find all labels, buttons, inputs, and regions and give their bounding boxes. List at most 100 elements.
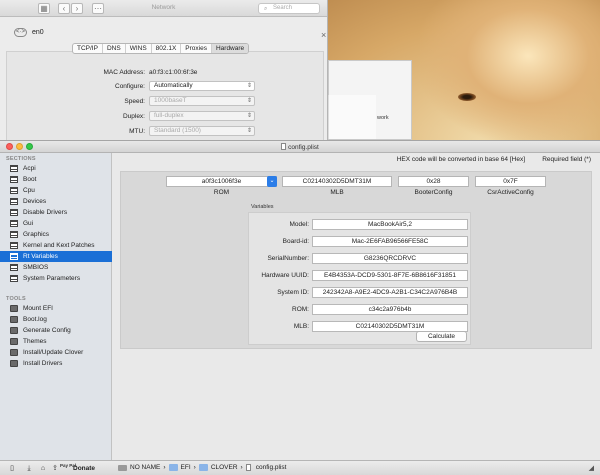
sidebar: SECTIONS Acpi Boot Cpu Devices Disable D… xyxy=(0,153,112,475)
network-titlebar: ▦ ‹ › ⋯ Network ⌕ Search xyxy=(0,0,327,17)
ethernet-icon: <·> xyxy=(14,28,27,37)
share-icon[interactable]: ⇪ xyxy=(50,464,60,473)
sidebar-item-kernel-kext-patches[interactable]: Kernel and Kext Patches xyxy=(0,240,112,251)
configure-row: Configure: Automatically ⇕ xyxy=(7,81,325,92)
variables-heading: Variables xyxy=(251,204,274,210)
wallpaper-lion-eye xyxy=(458,93,476,101)
log-icon xyxy=(10,316,18,323)
sidebar-item-devices[interactable]: Devices xyxy=(0,196,112,207)
configure-label: Configure: xyxy=(115,83,145,90)
sidebar-item-graphics[interactable]: Graphics xyxy=(0,229,112,240)
mlb-field[interactable]: C02140302D5DMT31M xyxy=(282,176,392,187)
board-id-row: Board-id: Mac-2E6FAB96566FE58C xyxy=(249,236,472,247)
list-icon xyxy=(10,220,18,227)
tools-icon xyxy=(10,360,18,367)
configure-select[interactable]: Automatically ⇕ xyxy=(149,81,255,91)
search-placeholder: Search xyxy=(273,5,293,11)
sidebar-item-acpi[interactable]: Acpi xyxy=(0,163,112,174)
home-icon[interactable]: ⌂ xyxy=(38,464,48,473)
path-item-config-plist[interactable]: config.plist xyxy=(256,464,287,471)
rom-field[interactable]: a0f3c1006f3e ⌄ xyxy=(166,176,277,187)
sections-heading: SECTIONS xyxy=(6,156,36,162)
close-icon[interactable]: × xyxy=(321,30,326,40)
search-icon: ⌕ xyxy=(264,6,268,12)
path-item-efi[interactable]: EFI xyxy=(181,464,191,471)
main-panel: HEX code will be converted in base 64 [H… xyxy=(113,153,600,462)
tool-mount-efi[interactable]: Mount EFI xyxy=(0,303,112,314)
tool-generate-config[interactable]: Generate Config xyxy=(0,325,112,336)
mlb-variable-label: MLB: xyxy=(293,323,309,330)
sidebar-item-disable-drivers[interactable]: Disable Drivers xyxy=(0,207,112,218)
duplex-label: Duplex: xyxy=(122,113,145,120)
booterconfig-field[interactable]: 0x28 xyxy=(398,176,469,187)
board-id-field[interactable]: Mac-2E6FAB96566FE58C xyxy=(312,236,468,247)
duplex-select: full-duplex ⇕ xyxy=(149,111,255,121)
mtu-value: Standard (1500) xyxy=(154,127,201,134)
sidebar-item-rt-variables[interactable]: Rt Variables xyxy=(0,251,112,262)
tab-proxies[interactable]: Proxies xyxy=(181,44,212,53)
mlb-label: MLB xyxy=(330,189,344,196)
path-item-clover[interactable]: CLOVER xyxy=(211,464,238,471)
tool-install-update-clover[interactable]: Install/Update Clover xyxy=(0,347,112,358)
tab-tcpip[interactable]: TCP/IP xyxy=(73,44,103,53)
rom-value: a0f3c1006f3e xyxy=(201,178,242,185)
interface-header: <·> en0 xyxy=(14,28,44,37)
tool-boot-log[interactable]: Boot.log xyxy=(0,314,112,325)
tab-hardware[interactable]: Hardware xyxy=(211,44,249,53)
system-id-row: System ID: 242342A8-A9E2-4DC9-A2B1-C34C2… xyxy=(249,287,472,298)
hardware-uuid-field[interactable]: E4B4353A-DCD9-5301-8F7E-6B8616F31851 xyxy=(312,270,468,281)
path-item-no-name[interactable]: NO NAME xyxy=(130,464,160,471)
tools-heading: TOOLS xyxy=(6,296,26,302)
path-bar: NO NAME › EFI › CLOVER › config.plist xyxy=(118,464,286,471)
mtu-select: Standard (1500) ⇕ xyxy=(149,126,255,136)
updown-icon: ⇕ xyxy=(246,83,252,89)
speed-label: Speed: xyxy=(124,98,145,105)
calculate-button[interactable]: Calculate xyxy=(416,331,467,342)
chevron-right-icon: › xyxy=(163,464,166,471)
download-icon xyxy=(10,349,18,356)
tool-themes[interactable]: Themes xyxy=(0,336,112,347)
rom-variable-row: ROM: c34c2a976b4b xyxy=(249,304,472,315)
download-icon[interactable]: ⤓ xyxy=(24,464,34,473)
search-input[interactable]: ⌕ Search xyxy=(258,3,320,14)
chevron-right-icon: › xyxy=(193,464,196,471)
tool-install-drivers[interactable]: Install Drivers xyxy=(0,358,112,369)
serial-number-field[interactable]: G8236QRCDRVC xyxy=(312,253,468,264)
sidebar-item-system-parameters[interactable]: System Parameters xyxy=(0,273,112,284)
rom-variable-field[interactable]: c34c2a976b4b xyxy=(312,304,468,315)
document-icon xyxy=(281,143,287,150)
tab-8021x[interactable]: 802.1X xyxy=(152,44,182,53)
sidebar-item-cpu[interactable]: Cpu xyxy=(0,185,112,196)
list-icon xyxy=(10,187,18,194)
tab-dns[interactable]: DNS xyxy=(103,44,126,53)
chevron-right-icon: › xyxy=(240,464,243,471)
hardware-uuid-row: Hardware UUID: E4B4353A-DCD9-5301-8F7E-6… xyxy=(249,270,472,281)
csr-active-config-field[interactable]: 0x7F xyxy=(475,176,546,187)
updown-icon: ⇕ xyxy=(246,113,252,119)
sidebar-item-boot[interactable]: Boot xyxy=(0,174,112,185)
background-window-text: work xyxy=(377,115,389,121)
mac-address-value: a0:f3:c1:00:6f:3e xyxy=(149,69,198,76)
network-window: ▦ ‹ › ⋯ Network ⌕ Search <·> en0 × MAC A… xyxy=(0,0,328,145)
updown-icon: ⇕ xyxy=(246,98,252,104)
tab-wins[interactable]: WINS xyxy=(126,44,152,53)
sidebar-item-gui[interactable]: Gui xyxy=(0,218,112,229)
disk-icon xyxy=(10,305,18,312)
list-icon xyxy=(10,209,18,216)
sidebar-toggle-icon[interactable]: ▯ xyxy=(7,464,17,473)
system-id-label: System ID: xyxy=(277,289,309,296)
config-window: config.plist SECTIONS Acpi Boot Cpu Devi… xyxy=(0,140,600,475)
chevron-down-icon[interactable]: ⌄ xyxy=(267,176,277,187)
resize-grip-icon[interactable]: ◢ xyxy=(589,464,594,472)
list-icon xyxy=(10,231,18,238)
donate-button[interactable]: Donate xyxy=(73,464,95,473)
configure-value: Automatically xyxy=(154,82,193,89)
speed-row: Speed: 1000baseT ⇕ xyxy=(7,96,325,107)
list-icon xyxy=(10,264,18,271)
list-icon xyxy=(10,198,18,205)
model-field[interactable]: MacBookAir5,2 xyxy=(312,219,468,230)
sidebar-item-smbios[interactable]: SMBIOS xyxy=(0,262,112,273)
system-id-field[interactable]: 242342A8-A9E2-4DC9-A2B1-C34C2A976B4B xyxy=(312,287,468,298)
bottom-toolbar: ▯ ⤓ ⌂ ⇪ Pay Pal Donate NO NAME › EFI › C… xyxy=(0,460,600,475)
network-tabs: TCP/IP DNS WINS 802.1X Proxies Hardware xyxy=(72,43,250,54)
